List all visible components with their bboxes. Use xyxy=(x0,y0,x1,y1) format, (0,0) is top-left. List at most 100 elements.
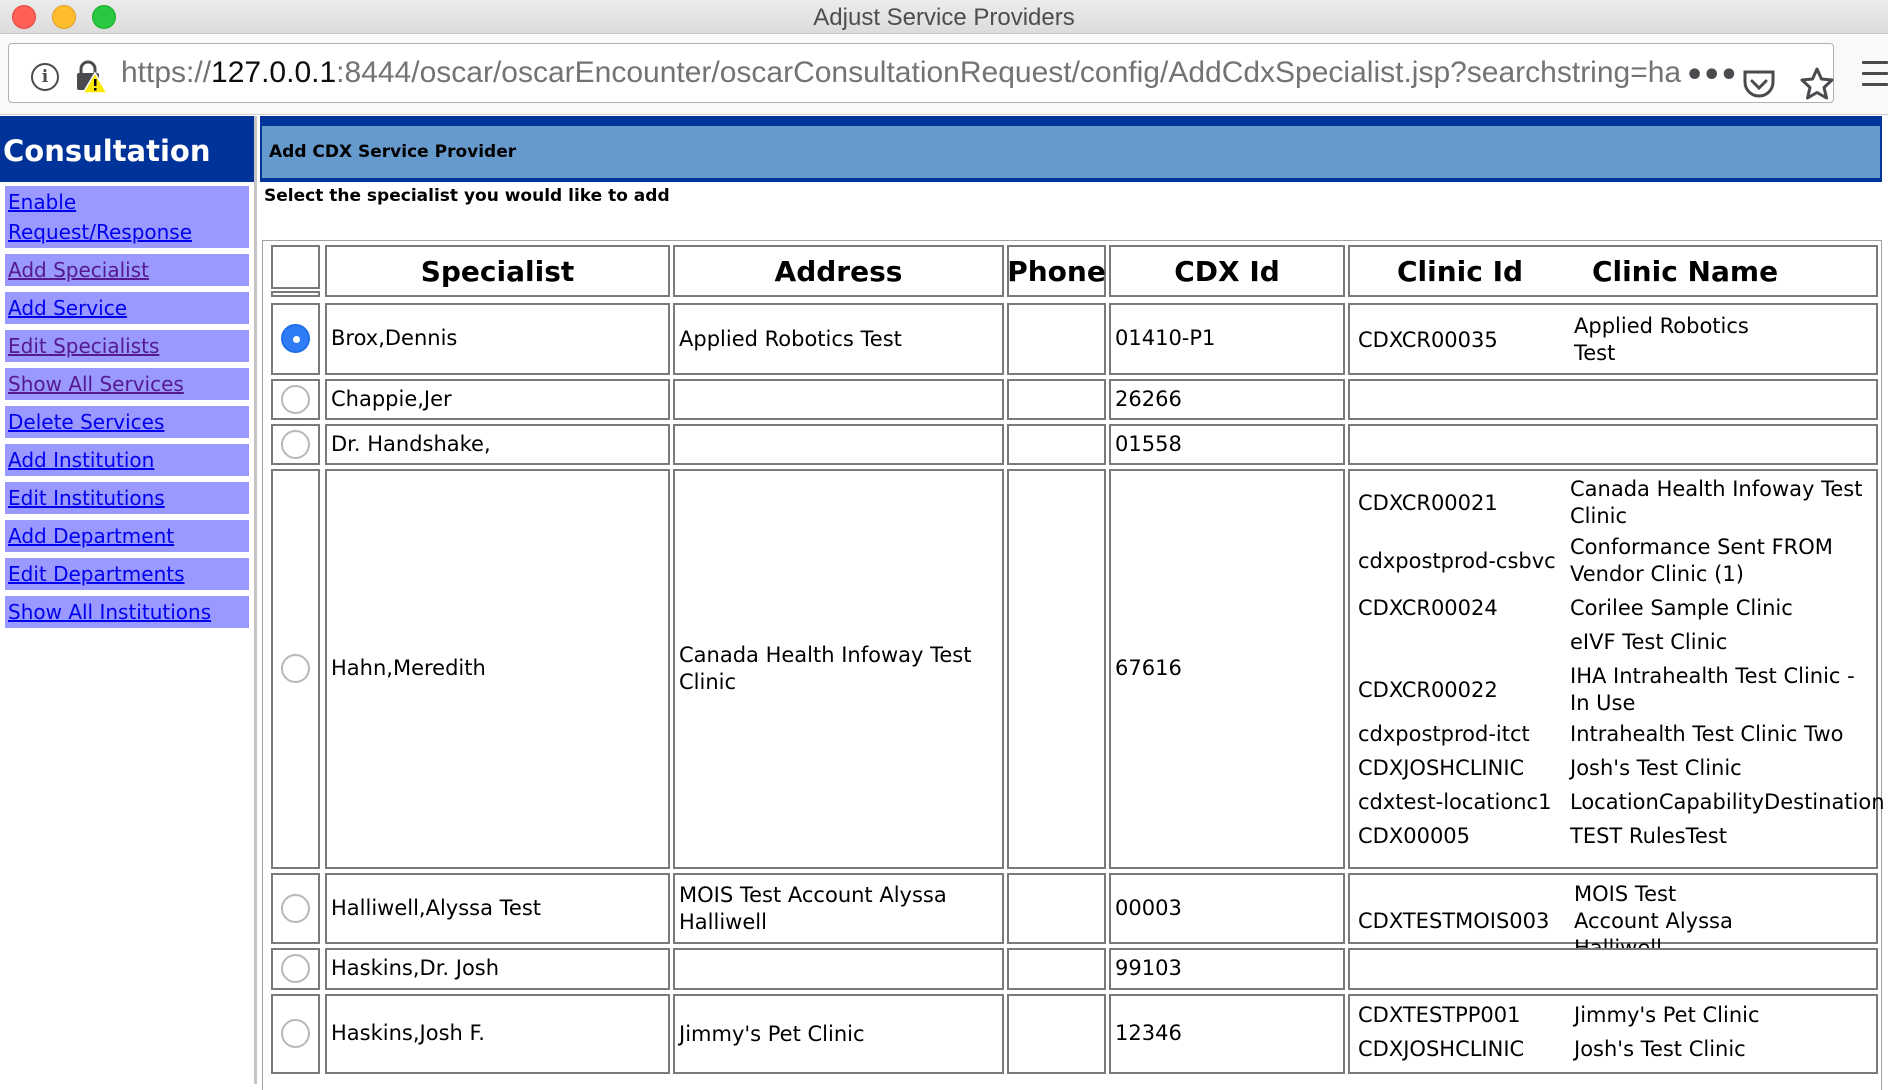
specialist-cell: Hahn,Meredith xyxy=(325,469,670,869)
more-actions-icon[interactable]: ••• xyxy=(1685,58,1739,93)
sidebar: Consultation Enable Request/Response Add… xyxy=(0,116,257,1084)
specialist-radio[interactable] xyxy=(281,954,310,983)
sidebar-link[interactable]: Edit Institutions xyxy=(8,486,165,510)
clinic-name: IHA Intrahealth Test Clinic - In Use xyxy=(1570,664,1855,715)
address-cell: Applied Robotics Test xyxy=(673,303,1004,375)
clinic-name: Applied Robotics Test xyxy=(1574,314,1749,365)
url-host: 127.0.0.1 xyxy=(211,56,337,89)
sidebar-link[interactable]: Edit Departments xyxy=(8,562,185,586)
clinic-cell xyxy=(1348,948,1878,990)
address-cell: Canada Health Infoway Test Clinic xyxy=(673,469,1004,869)
specialist-table: Specialist Address Phone CDX Id Clinic I… xyxy=(262,240,1885,1090)
specialist-radio[interactable] xyxy=(281,429,310,459)
sidebar-link[interactable]: Edit Specialists xyxy=(8,334,159,358)
clinic-name: Corilee Sample Clinic xyxy=(1570,596,1793,620)
cdx-id-cell: 12346 xyxy=(1109,994,1345,1074)
cdx-id-text: 00003 xyxy=(1115,895,1182,920)
clinic-name: Canada Health Infoway Test Clinic xyxy=(1570,477,1863,528)
cdx-id-cell: 00003 xyxy=(1109,873,1345,944)
insecure-lock-icon[interactable] xyxy=(73,59,107,93)
clinic-id: cdxpostprod-itct xyxy=(1358,722,1530,746)
clinic-name: eIVF Test Clinic xyxy=(1570,630,1728,654)
header-spacer xyxy=(271,291,320,297)
radio-cell xyxy=(271,379,320,420)
hamburger-menu-icon[interactable] xyxy=(1862,61,1888,89)
address-cell: Jimmy's Pet Clinic xyxy=(673,994,1004,1074)
info-icon[interactable]: i xyxy=(31,63,59,91)
phone-cell xyxy=(1007,303,1106,375)
sidebar-link[interactable]: Add Department xyxy=(8,524,174,548)
sidebar-item-edit-departments: Edit Departments xyxy=(5,558,249,590)
sidebar-title: Consultation xyxy=(0,116,254,182)
clinic-id: cdxtest-locationc1 xyxy=(1358,790,1552,814)
column-header-specialist: Specialist xyxy=(325,245,670,297)
address-text: Jimmy's Pet Clinic xyxy=(679,1021,865,1046)
browser-toolbar: i https://127.0.0.1:8444/oscar/oscarEnco… xyxy=(0,35,1888,115)
column-header-address: Address xyxy=(673,245,1004,297)
phone-cell xyxy=(1007,948,1106,990)
clinic-id: CDXJOSHCLINIC xyxy=(1358,756,1525,780)
clinic-id: CDX00005 xyxy=(1358,824,1471,848)
instruction-text: Select the specialist you would like to … xyxy=(264,186,670,206)
sidebar-item-add-service: Add Service xyxy=(5,292,249,324)
specialist-radio[interactable] xyxy=(281,893,310,923)
sidebar-menu: Enable Request/Response Add Specialist A… xyxy=(0,182,254,628)
window-titlebar: Adjust Service Providers xyxy=(0,0,1888,34)
clinic-name: Intrahealth Test Clinic Two xyxy=(1570,722,1844,746)
specialist-radio[interactable] xyxy=(281,654,310,683)
specialist-radio[interactable] xyxy=(281,384,310,414)
specialist-radio[interactable] xyxy=(281,1019,310,1048)
sidebar-item-show-all-institutions: Show All Institutions xyxy=(5,596,249,628)
clinic-cell: CDXCR00021 Canada Health Infoway Test Cli… xyxy=(1348,469,1885,869)
column-header-phone: Phone xyxy=(1007,245,1106,297)
main-header: Add CDX Service Provider xyxy=(260,116,1882,182)
clinic-name: TEST RulesTest xyxy=(1570,824,1727,848)
address-text: Canada Health Infoway Test Clinic xyxy=(679,643,972,694)
phone-cell xyxy=(1007,994,1106,1074)
clinic-id: CDXJOSHCLINIC xyxy=(1358,1037,1525,1061)
specialist-radio[interactable] xyxy=(281,324,310,353)
address-cell: MOIS Test Account Alyssa Halliwell xyxy=(673,873,1004,944)
cdx-id-cell: 99103 xyxy=(1109,948,1345,990)
sidebar-item-add-institution: Add Institution xyxy=(5,444,249,476)
specialist-name: Haskins,Dr. Josh xyxy=(331,956,500,980)
sidebar-link[interactable]: Show All Institutions xyxy=(8,600,211,624)
specialist-name: Brox,Dennis xyxy=(331,326,458,350)
radio-cell xyxy=(271,303,320,375)
sidebar-link[interactable]: Add Service xyxy=(8,296,127,320)
address-text: MOIS Test Account Alyssa Halliwell xyxy=(679,882,947,934)
clinic-id: CDXCR00024 xyxy=(1358,596,1498,620)
url-bar[interactable]: i https://127.0.0.1:8444/oscar/oscarEnco… xyxy=(8,43,1834,103)
main-panel: Add CDX Service Provider Select the spec… xyxy=(260,116,1885,1090)
sidebar-link[interactable]: Delete Services xyxy=(8,410,164,434)
sidebar-link[interactable]: Add Specialist xyxy=(8,258,149,282)
pocket-icon[interactable] xyxy=(1741,68,1777,102)
clinic-cell: CDXTESTMOIS003MOIS Test Account Alyssa H… xyxy=(1348,873,1878,960)
sidebar-link[interactable]: Enable Request/Response xyxy=(8,190,192,244)
phone-cell xyxy=(1007,379,1106,420)
specialist-name: Halliwell,Alyssa Test xyxy=(331,895,542,920)
url-text[interactable]: https://127.0.0.1:8444/oscar/oscarEncoun… xyxy=(121,56,1681,90)
bookmark-star-icon[interactable] xyxy=(1799,66,1835,102)
specialist-name: Chappie,Jer xyxy=(331,386,452,411)
cdx-id-text: 01558 xyxy=(1115,431,1182,456)
specialist-cell: Haskins,Dr. Josh xyxy=(325,948,670,990)
cdx-id-text: 67616 xyxy=(1115,656,1182,680)
sidebar-link[interactable]: Add Institution xyxy=(8,448,154,472)
sidebar-item-add-department: Add Department xyxy=(5,520,249,552)
cdx-id-cell: 01410-P1 xyxy=(1109,303,1345,375)
sidebar-item-add-specialist: Add Specialist xyxy=(5,254,249,286)
specialist-cell: Halliwell,Alyssa Test xyxy=(325,873,670,944)
address-text: Applied Robotics Test xyxy=(679,326,902,351)
radio-cell xyxy=(271,948,320,990)
column-header-clinic: Clinic Id Clinic Name xyxy=(1348,245,1878,297)
specialist-cell: Chappie,Jer xyxy=(325,379,670,420)
sidebar-item-show-all-services: Show All Services xyxy=(5,368,249,400)
clinic-cell xyxy=(1348,379,1878,420)
column-header-clinic-name: Clinic Name xyxy=(1591,254,1779,288)
cdx-id-cell: 67616 xyxy=(1109,469,1345,869)
sidebar-link[interactable]: Show All Services xyxy=(8,372,184,396)
cdx-id-text: 01410-P1 xyxy=(1115,326,1216,350)
clinic-id: CDXCR00021 xyxy=(1358,490,1498,515)
radio-cell xyxy=(271,469,320,869)
